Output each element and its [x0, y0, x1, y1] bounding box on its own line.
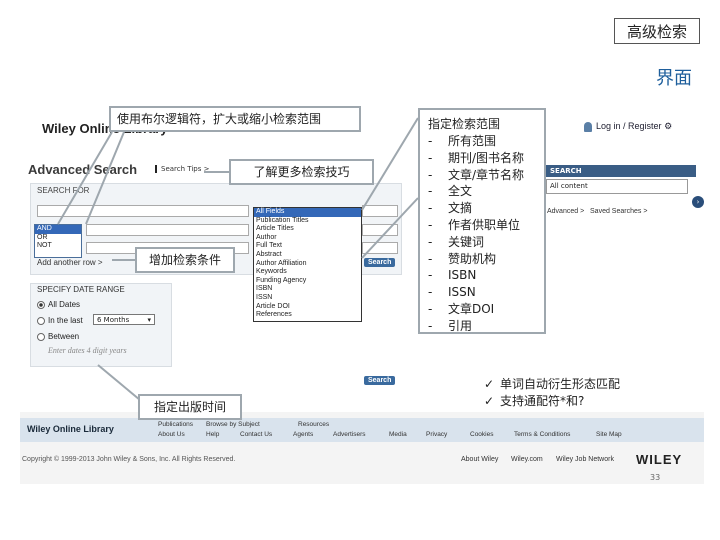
connector-boolean: [57, 131, 113, 225]
scope-item: - ISSN: [428, 285, 476, 300]
scope-title: 指定检索范围: [428, 117, 501, 131]
scope-item: - 引用: [428, 318, 473, 333]
callout-add-row: 增加检索条件: [135, 247, 235, 273]
scope-item: - 全文: [428, 184, 473, 199]
callout-date: 指定出版时间: [138, 394, 242, 420]
scope-item: - 作者供职单位: [428, 217, 521, 232]
check-icon: ✓: [484, 377, 495, 391]
scope-item: - 期刊/图书名称: [428, 150, 525, 165]
check-icon: ✓: [484, 394, 495, 408]
connector-scope-2: [361, 197, 419, 259]
callout-connectors: [57, 117, 419, 401]
scope-item: - 赞助机构: [428, 251, 497, 266]
callout-boolean: 使用布尔逻辑符，扩大或缩小检索范围: [109, 106, 361, 132]
callout-tips: 了解更多检索技巧: [229, 159, 374, 185]
callout-scope: 指定检索范围 - 所有范围 - 期刊/图书名称 - 文章/章节名称 - 全文 - 文摘 -…: [418, 108, 546, 334]
scope-item: - ISBN: [428, 268, 477, 283]
scope-item: - 文章/章节名称: [428, 167, 525, 182]
connector-date: [97, 364, 141, 401]
scope-item: - 文章DOI: [428, 301, 495, 316]
note-item: ✓ 支持通配符*和?: [484, 394, 585, 408]
scope-item: - 文摘: [428, 201, 473, 216]
note-item: ✓ 单词自动衍生形态匹配: [484, 377, 621, 391]
scope-item: - 所有范围: [428, 134, 497, 148]
feature-notes: ✓ 单词自动衍生形态匹配 ✓ 支持通配符*和?: [484, 376, 620, 410]
scope-item: - 关键词: [428, 234, 485, 249]
